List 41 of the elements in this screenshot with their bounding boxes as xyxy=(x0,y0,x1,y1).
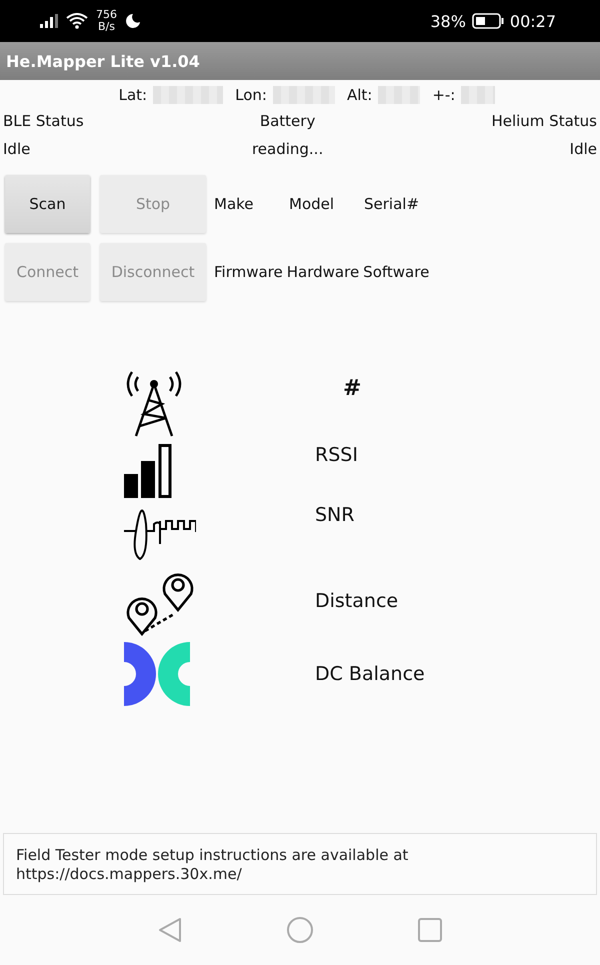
moon-icon xyxy=(125,13,141,29)
clock: 00:27 xyxy=(510,12,556,30)
signal-bars-icon xyxy=(124,444,172,498)
metric-label: RSSI xyxy=(315,444,358,466)
redacted-value xyxy=(378,86,420,104)
device-info-label: Hardware xyxy=(286,263,360,281)
redacted-value xyxy=(272,86,335,104)
device-info-label: Make xyxy=(214,195,255,213)
metric-label: DC Balance xyxy=(315,663,425,685)
status-value: Idle xyxy=(3,140,32,158)
location-label: Alt: xyxy=(346,86,372,104)
redacted-value xyxy=(153,86,224,104)
home-icon[interactable] xyxy=(286,916,314,944)
device-info-label: Firmware xyxy=(214,263,283,281)
location-label: Lon: xyxy=(235,86,267,104)
app-title: He.Mapper Lite v1.04 xyxy=(6,52,200,70)
back-icon[interactable] xyxy=(158,917,182,943)
device-info-label: Software xyxy=(363,263,430,281)
battery-percent: 38% xyxy=(430,12,466,30)
battery-icon xyxy=(472,13,504,29)
wifi-icon xyxy=(66,13,88,29)
signal-icon xyxy=(40,14,58,28)
network-speed: 756 xyxy=(96,9,117,21)
metric-label: Distance xyxy=(315,590,398,612)
metric-label: SNR xyxy=(315,504,354,526)
metric-label: # xyxy=(343,376,362,401)
recents-icon[interactable] xyxy=(418,918,442,942)
action-button[interactable]: Scan xyxy=(5,175,90,233)
logo-icon xyxy=(124,642,190,706)
device-info-label: Model xyxy=(289,195,336,213)
location-label: Lat: xyxy=(118,86,148,104)
notice-text: Field Tester mode setup instructions are available at https://docs.mappers.30x.me/ xyxy=(16,846,408,883)
status-label: Battery xyxy=(260,112,316,130)
status-label: BLE Status xyxy=(3,112,84,130)
device-info-label: Serial# xyxy=(364,195,420,213)
status-value: Idle xyxy=(570,140,597,158)
redacted-value xyxy=(461,86,496,104)
status-label: Helium Status xyxy=(491,112,597,130)
location-label: +-: xyxy=(432,86,456,104)
status-value: reading... xyxy=(252,140,324,158)
network-speed-unit: B/s xyxy=(98,21,115,33)
